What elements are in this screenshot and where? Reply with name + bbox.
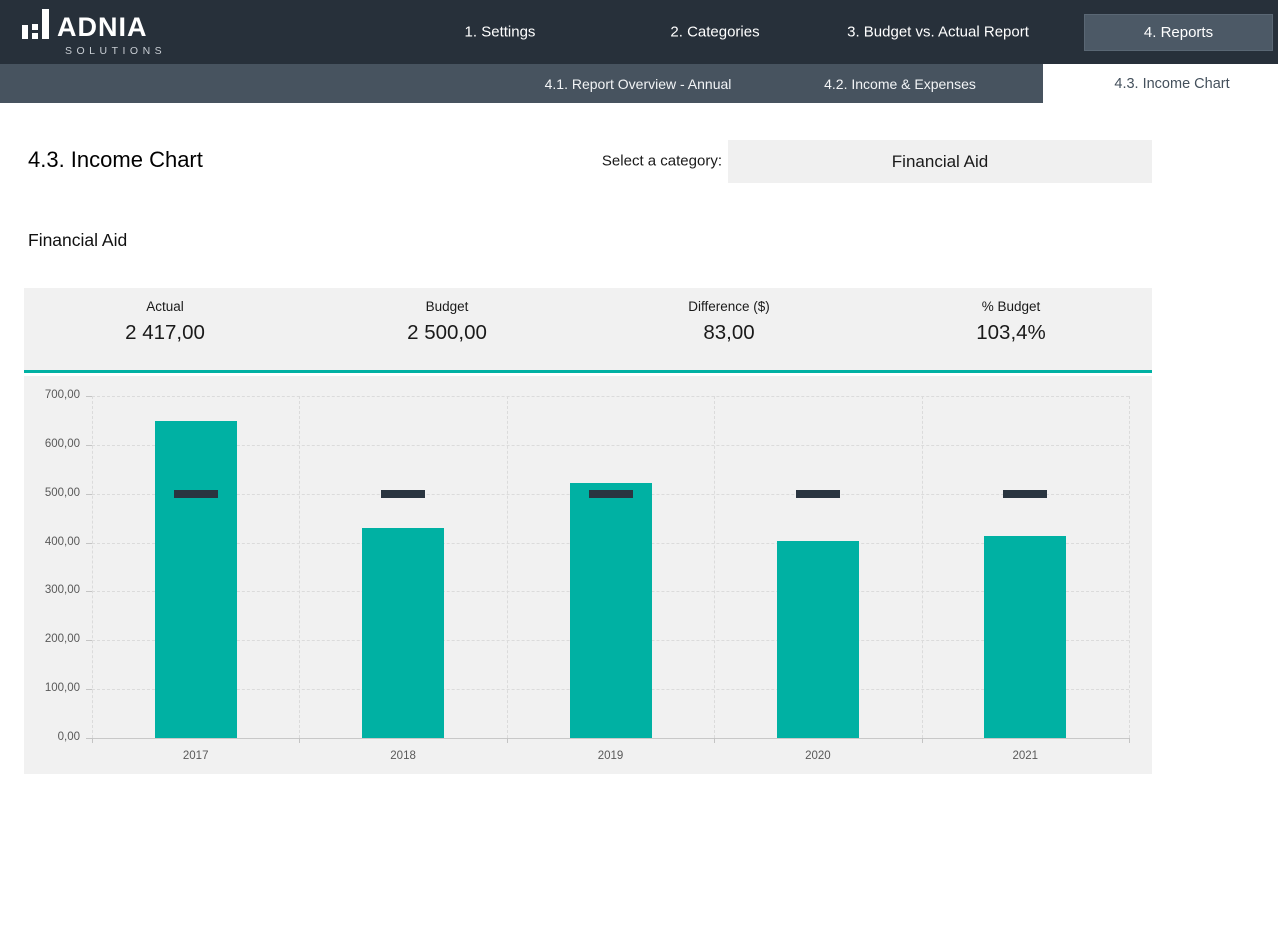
gridline-vertical (507, 396, 508, 738)
y-axis-tick (86, 494, 92, 495)
subnav-item-income-chart-active[interactable]: 4.3. Income Chart (1114, 76, 1229, 92)
plot-area: 20172018201920202021 (92, 396, 1129, 738)
bar-chart-logo-icon (22, 9, 49, 42)
page-title: 4.3. Income Chart (28, 147, 203, 173)
budget-marker-2020 (796, 490, 840, 498)
subnav-item-income-expenses[interactable]: 4.2. Income & Expenses (824, 76, 976, 92)
gridline (92, 445, 1129, 446)
metric-label: % Budget (870, 299, 1152, 314)
x-axis-label: 2018 (299, 750, 506, 766)
subnav-background: 4.1. Report Overview - Annual 4.2. Incom… (0, 64, 1043, 103)
metric-value: 2 500,00 (306, 321, 588, 345)
budget-marker-2017 (174, 490, 218, 498)
subnav-item-report-overview[interactable]: 4.1. Report Overview - Annual (545, 76, 732, 92)
chart-section-title: Financial Aid (28, 230, 127, 251)
metric-actual: Actual 2 417,00 (24, 288, 306, 370)
nav-item-categories[interactable]: 2. Categories (670, 24, 759, 41)
y-axis-tick (86, 591, 92, 592)
y-axis-label: 600,00 (24, 438, 80, 450)
y-axis-tick (86, 738, 92, 739)
nav-item-budget-vs-actual[interactable]: 3. Budget vs. Actual Report (847, 24, 1029, 41)
x-axis-tick (507, 738, 508, 743)
x-axis-tick (1129, 738, 1130, 743)
x-axis-tick (714, 738, 715, 743)
y-axis-label: 0,00 (24, 731, 80, 743)
gridline-vertical (922, 396, 923, 738)
budget-marker-2018 (381, 490, 425, 498)
app-window: ADNIA SOLUTIONS 1. Settings 2. Categorie… (0, 0, 1278, 929)
category-select-label: Select a category: (602, 153, 722, 170)
gridline-vertical (714, 396, 715, 738)
y-axis-tick (86, 640, 92, 641)
x-axis-tick (299, 738, 300, 743)
sub-navbar: 4.1. Report Overview - Annual 4.2. Incom… (0, 64, 1278, 103)
y-axis-label: 300,00 (24, 584, 80, 596)
brand-tagline: SOLUTIONS (65, 45, 166, 57)
metric-difference: Difference ($) 83,00 (588, 288, 870, 370)
gridline-vertical (299, 396, 300, 738)
income-bar-chart: 20172018201920202021 0,00 100,00 200,00 300… (24, 376, 1152, 774)
bar-2017 (155, 421, 237, 738)
y-axis-line (92, 396, 93, 738)
x-axis-label: 2021 (922, 750, 1129, 766)
gridline-vertical (1129, 396, 1130, 738)
top-navbar: ADNIA SOLUTIONS 1. Settings 2. Categorie… (0, 0, 1278, 64)
metric-value: 103,4% (870, 321, 1152, 345)
budget-marker-2021 (1003, 490, 1047, 498)
bar-2021 (984, 536, 1066, 738)
bar-2019 (570, 483, 652, 738)
gridline (92, 396, 1129, 397)
x-axis-tick (922, 738, 923, 743)
metric-budget: Budget 2 500,00 (306, 288, 588, 370)
y-axis-label: 100,00 (24, 682, 80, 694)
brand-logo: ADNIA SOLUTIONS (22, 9, 166, 57)
x-axis-tick (92, 738, 93, 743)
x-axis-label: 2020 (714, 750, 921, 766)
category-select[interactable]: Financial Aid (728, 140, 1152, 183)
y-axis-tick (86, 543, 92, 544)
bar-2018 (362, 528, 444, 738)
nav-item-reports-active[interactable]: 4. Reports (1084, 14, 1273, 51)
x-axis-line (92, 738, 1129, 739)
metric-label: Difference ($) (588, 299, 870, 314)
metric-label: Actual (24, 299, 306, 314)
metric-percent-budget: % Budget 103,4% (870, 288, 1152, 370)
y-axis-label: 700,00 (24, 389, 80, 401)
brand-name: ADNIA (57, 12, 148, 42)
y-axis-tick (86, 445, 92, 446)
y-axis-tick (86, 689, 92, 690)
y-axis-label: 400,00 (24, 536, 80, 548)
y-axis-tick (86, 396, 92, 397)
y-axis-label: 500,00 (24, 487, 80, 499)
budget-marker-2019 (589, 490, 633, 498)
summary-strip: Actual 2 417,00 Budget 2 500,00 Differen… (24, 288, 1152, 373)
metric-label: Budget (306, 299, 588, 314)
nav-item-settings[interactable]: 1. Settings (465, 24, 536, 41)
x-axis-label: 2019 (507, 750, 714, 766)
y-axis-label: 200,00 (24, 633, 80, 645)
bar-2020 (777, 541, 859, 738)
x-axis-label: 2017 (92, 750, 299, 766)
metric-value: 83,00 (588, 321, 870, 345)
category-select-value: Financial Aid (892, 152, 988, 172)
metric-value: 2 417,00 (24, 321, 306, 345)
